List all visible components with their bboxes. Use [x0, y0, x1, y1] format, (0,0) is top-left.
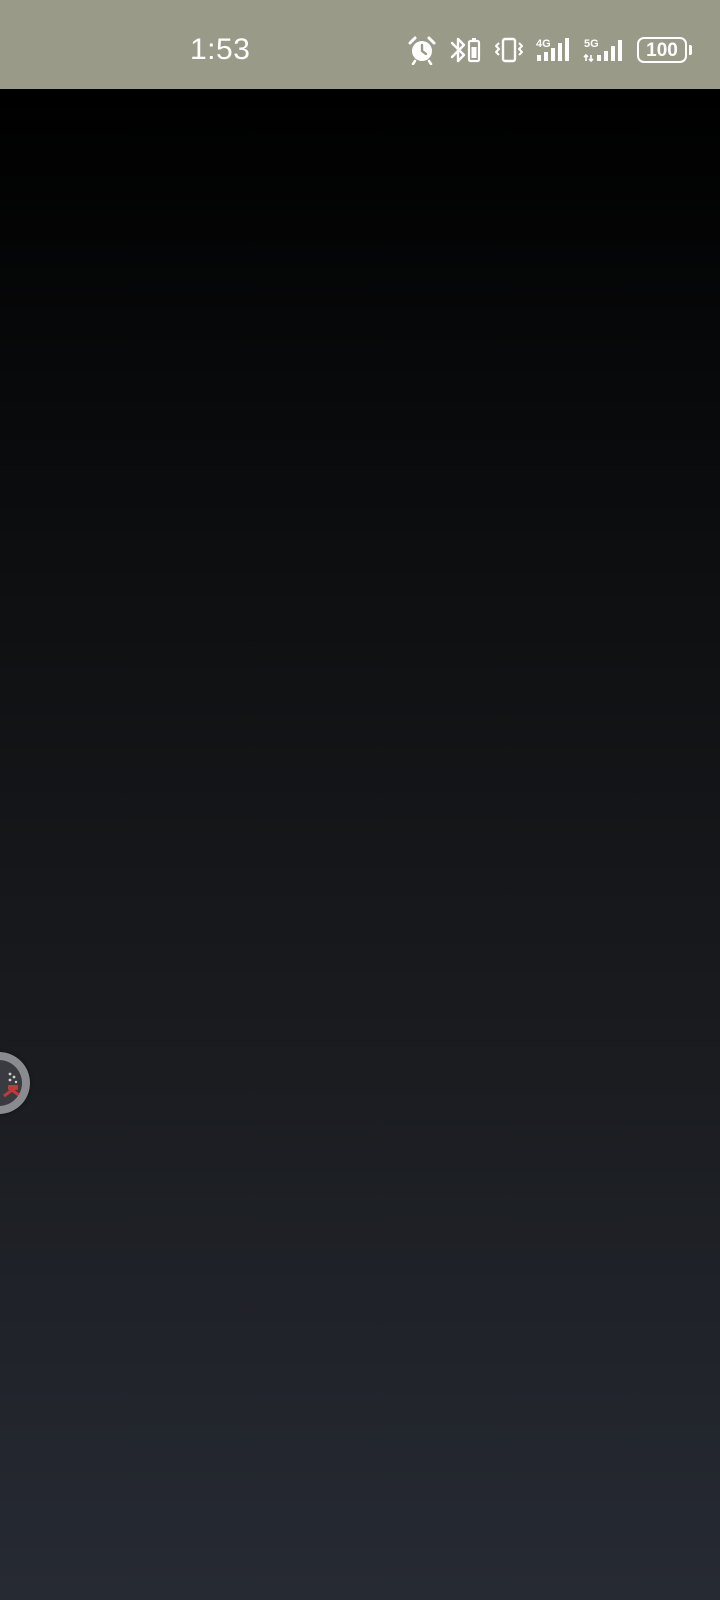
signal-5g-label: 5G [584, 38, 599, 50]
screen: 1:53 4G 5G 100 [0, 0, 720, 1600]
app-shortcut-icon [0, 1060, 22, 1106]
status-icons: 4G 5G 100 [407, 34, 692, 66]
signal-4g-icon: 4G [536, 38, 569, 61]
battery-level: 100 [646, 39, 678, 61]
blank-screen-content [0, 89, 720, 1600]
signal-4g-label: 4G [536, 38, 551, 50]
battery-tip [689, 45, 692, 55]
alarm-icon [408, 36, 436, 65]
vibrate-icon [495, 37, 523, 63]
bubble-graphic [3, 1072, 21, 1098]
status-time: 1:53 [190, 33, 251, 66]
status-bar: 1:53 4G 5G 100 [0, 0, 720, 89]
battery-indicator: 100 [637, 37, 692, 63]
bluetooth-icon [450, 37, 481, 63]
battery-icon: 100 [637, 37, 687, 63]
signal-5g-icon: 5G [583, 38, 622, 63]
